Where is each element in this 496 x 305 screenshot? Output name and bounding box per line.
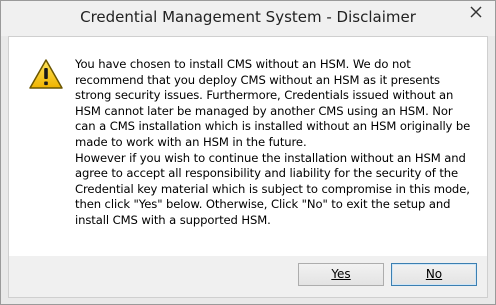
yes-button[interactable]: Yes <box>298 263 384 286</box>
no-button-label: No <box>425 267 443 281</box>
close-icon <box>470 3 482 22</box>
button-bar: Yes No <box>9 256 487 297</box>
window-title: Credential Management System - Disclaime… <box>80 8 416 26</box>
close-button[interactable] <box>457 1 495 23</box>
dialog-content: You have chosen to install CMS without a… <box>8 36 488 298</box>
no-button[interactable]: No <box>391 263 477 286</box>
disclaimer-message: You have chosen to install CMS without a… <box>75 57 475 229</box>
yes-button-label: Yes <box>331 267 351 281</box>
message-paragraph-2: However if you wish to continue the inst… <box>75 150 470 227</box>
dialog-window: Credential Management System - Disclaime… <box>0 0 496 305</box>
title-bar[interactable]: Credential Management System - Disclaime… <box>1 1 495 36</box>
message-paragraph-1: You have chosen to install CMS without a… <box>75 57 471 149</box>
warning-icon <box>28 58 64 90</box>
